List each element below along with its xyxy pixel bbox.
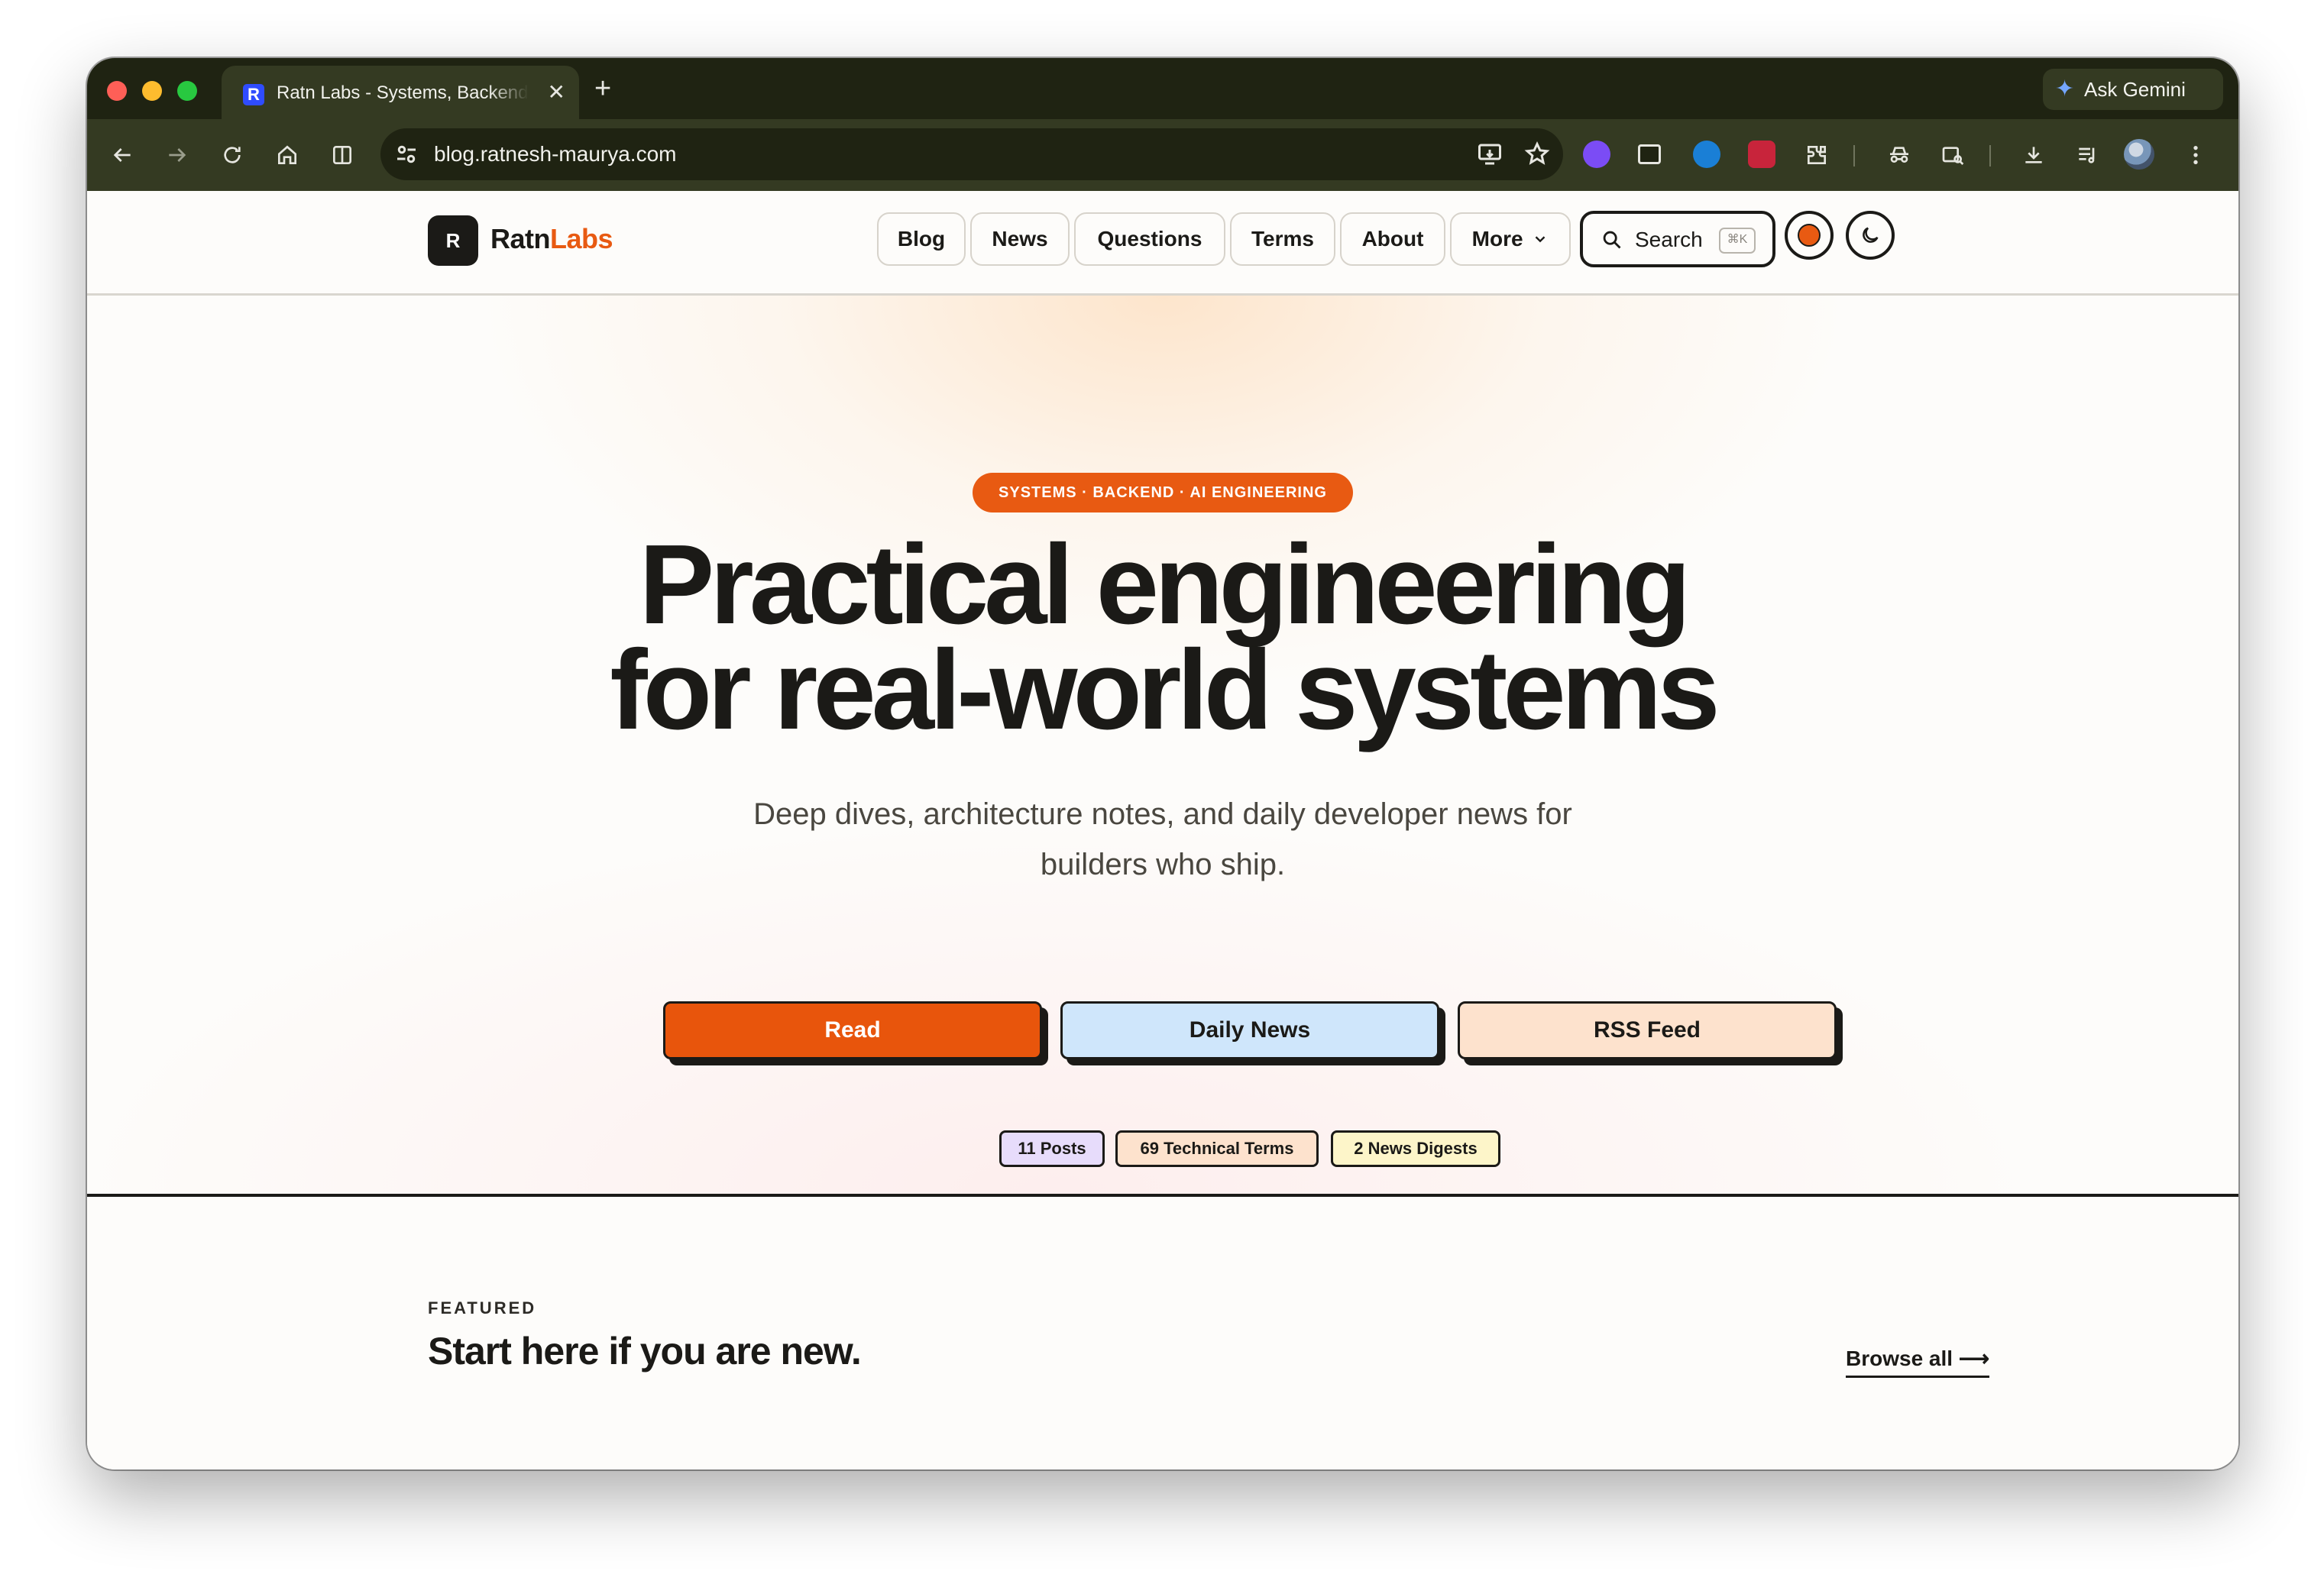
nav-news[interactable]: News <box>970 212 1070 266</box>
moon-icon <box>1863 227 1879 243</box>
bookmark-star-icon[interactable] <box>1523 141 1551 168</box>
browser-tab[interactable]: R Ratn Labs - Systems, Backend & AI Engi… <box>222 66 579 119</box>
search-shortcut-hint: ⌘K <box>1719 228 1756 254</box>
tab-close-icon[interactable]: ✕ <box>548 79 565 105</box>
browser-window: R Ratn Labs - Systems, Backend & AI Engi… <box>87 58 2238 1469</box>
accent-dot-icon <box>1798 224 1821 247</box>
url-text[interactable]: blog.ratnesh-maurya.com <box>434 142 676 167</box>
nav-questions[interactable]: Questions <box>1074 212 1225 266</box>
profile-avatar[interactable] <box>2124 139 2154 170</box>
tab-favicon-icon: R <box>243 84 264 105</box>
rss-feed-button[interactable]: RSS Feed <box>1458 1001 1837 1059</box>
hero-title-line-2: for real-world systems <box>610 627 1720 753</box>
featured-title: Start here if you are new. <box>428 1330 862 1372</box>
incognito-icon[interactable] <box>1882 138 1916 172</box>
tab-strip: R Ratn Labs - Systems, Backend & AI Engi… <box>87 58 2238 119</box>
browser-toolbar: blog.ratnesh-maurya.com <box>87 119 2238 191</box>
read-button[interactable]: Read <box>663 1001 1042 1059</box>
nav-terms[interactable]: Terms <box>1230 212 1335 266</box>
reading-mode-icon[interactable] <box>1936 138 1970 172</box>
window-maximize-button[interactable] <box>177 81 197 101</box>
hero-title: Practical engineering for real-world sys… <box>87 522 2238 753</box>
logo-text-labs: Labs <box>550 223 613 254</box>
browse-all-link[interactable]: Browse all ⟶ <box>1846 1346 1989 1378</box>
featured-label: FEATURED <box>428 1298 537 1318</box>
window-close-button[interactable] <box>107 81 127 101</box>
search-button[interactable]: Search ⌘K <box>1580 211 1775 267</box>
search-icon <box>1603 231 1621 249</box>
hero-section: SYSTEMS · BACKEND · AI ENGINEERING Pract… <box>87 296 2238 1197</box>
extension-red-icon[interactable] <box>1748 141 1775 168</box>
site-header: R RatnLabs Blog News Questions Terms Abo… <box>87 191 2238 296</box>
extension-purple-icon[interactable] <box>1583 141 1610 168</box>
ask-gemini-button[interactable]: ✦ Ask Gemini <box>2043 69 2223 110</box>
extension-blue-icon[interactable] <box>1693 141 1720 168</box>
logo-mark[interactable]: R <box>428 215 478 266</box>
back-arrow-icon[interactable] <box>105 138 139 172</box>
logo-text-ratn: Ratn <box>490 223 551 254</box>
news-digests-badge[interactable]: 2 News Digests <box>1331 1130 1500 1167</box>
toolbar-separator <box>1989 145 1991 167</box>
nav-about[interactable]: About <box>1340 212 1445 266</box>
gemini-spark-icon: ✦ <box>2055 76 2075 102</box>
reload-icon[interactable] <box>215 138 249 172</box>
tab-title: Ratn Labs - Systems, Backend & AI Engine… <box>277 82 529 103</box>
toolbar-separator <box>1853 145 1855 167</box>
nav-blog[interactable]: Blog <box>877 212 966 266</box>
extensions-icon[interactable] <box>1800 138 1834 172</box>
install-app-icon[interactable] <box>1476 141 1503 168</box>
nav-more[interactable]: More <box>1450 212 1571 266</box>
hero-title-line-1: Practical engineering <box>639 522 1691 648</box>
hero-tagline-pill: SYSTEMS · BACKEND · AI ENGINEERING <box>973 473 1353 512</box>
daily-news-button[interactable]: Daily News <box>1060 1001 1439 1059</box>
hero-subtitle: Deep dives, architecture notes, and dail… <box>753 797 1572 881</box>
split-view-icon[interactable] <box>325 138 359 172</box>
new-tab-plus-icon[interactable]: + <box>594 72 611 105</box>
terms-count-badge[interactable]: 69 Technical Terms <box>1115 1130 1319 1167</box>
media-controls-icon[interactable] <box>2070 138 2104 172</box>
nav-more-label: More <box>1471 227 1523 251</box>
chevron-down-icon <box>1536 236 1546 243</box>
kebab-menu-icon[interactable] <box>2179 138 2212 172</box>
home-icon[interactable] <box>270 138 304 172</box>
search-label: Search <box>1635 228 1703 251</box>
site-settings-icon[interactable] <box>393 141 420 168</box>
address-bar[interactable]: blog.ratnesh-maurya.com <box>380 128 1563 180</box>
theme-toggle-button[interactable] <box>1846 211 1895 260</box>
downloads-icon[interactable] <box>2017 138 2050 172</box>
ask-gemini-label: Ask Gemini <box>2084 78 2186 101</box>
accent-color-toggle[interactable] <box>1785 211 1834 260</box>
page-viewport: R RatnLabs Blog News Questions Terms Abo… <box>87 191 2238 1469</box>
site-logo[interactable]: RatnLabs <box>490 223 613 255</box>
posts-count-badge[interactable]: 11 Posts <box>999 1130 1105 1167</box>
extension-window-icon[interactable] <box>1638 144 1661 164</box>
forward-arrow-icon[interactable] <box>160 138 194 172</box>
window-minimize-button[interactable] <box>142 81 162 101</box>
